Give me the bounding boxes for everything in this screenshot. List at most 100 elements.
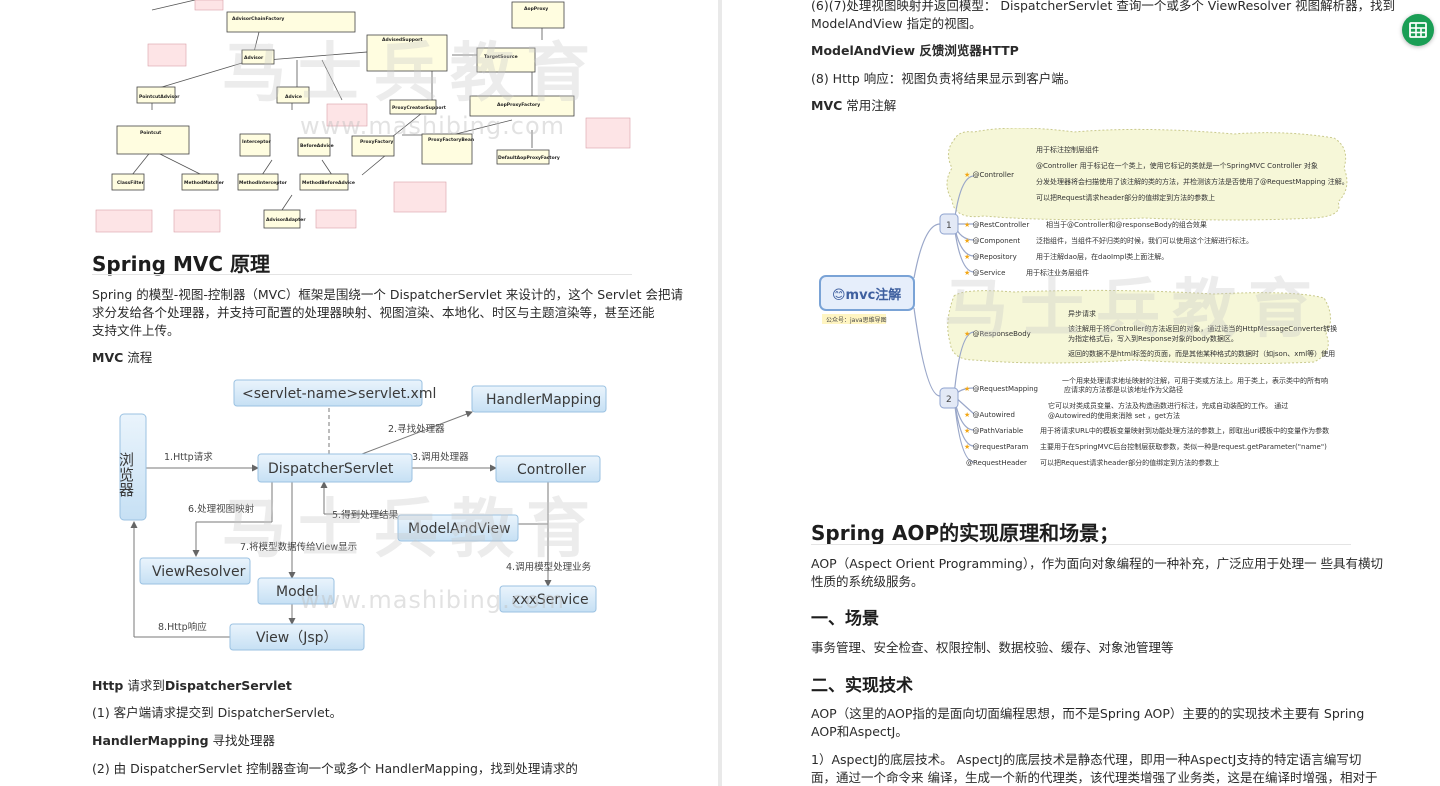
- section-title: Spring MVC 原理: [92, 252, 270, 276]
- uml-class: DefaultAopProxyFactory: [498, 155, 560, 161]
- para-handler-mapping: HandlerMapping 寻找处理器: [92, 731, 275, 750]
- view-jsp-node: View（Jsp）: [256, 630, 338, 646]
- uml-class: Advice: [285, 94, 302, 100]
- anno-note: 主要用于在SpringMVC后台控制层获取参数，类似一种是request.get…: [1040, 442, 1327, 451]
- edge-label-7: 7.将模型数据传给View显示: [240, 541, 357, 553]
- aop-title: Spring AOP的实现原理和场景；: [811, 521, 1120, 545]
- para-step-8: (8) Http 响应：视图负责将结果显示到客户端。: [811, 71, 1077, 86]
- anno-note: 可以把Request请求header部分的值绑定到方法的参数上: [1036, 193, 1215, 202]
- anno-note: 分发处理器将会扫描使用了该注解的类的方法，并检测该方法是否使用了@Request…: [1036, 177, 1349, 186]
- anno-note: 异步请求: [1068, 309, 1096, 318]
- mindmap-root: 😊mvc注解: [832, 287, 901, 303]
- anno-note: 泛指组件，当组件不好归类的时候，我们可以使用这个注解进行标注。: [1036, 236, 1253, 245]
- right-page: (6)(7)处理视图映射并返回模型： DispatcherServlet 查询一…: [722, 0, 1440, 786]
- para-http-request: Http 请求到DispatcherServlet: [92, 676, 292, 695]
- uml-class: AdvisorChainFactory: [232, 16, 284, 22]
- uml-class: MethodInterceptor: [239, 180, 288, 186]
- anno-note: 该注解用于将Controller的方法返回的对象，通过适当的HttpMessag…: [1068, 324, 1337, 333]
- flow-heading: MVC 流程: [92, 348, 152, 367]
- edge-label-1: 1.Http请求: [164, 451, 213, 463]
- anno-note: 用于注解dao层，在daoImpl类上面注解。: [1036, 252, 1168, 261]
- tech-line-1: AOP（这里的AOP指的是面向切面编程思想，而不是Spring AOP）主要的的…: [811, 706, 1365, 721]
- anno-service: @Service: [973, 269, 1006, 277]
- para-mvc-annotations: MVC 常用注解: [811, 96, 896, 115]
- svg-text:★ @requestParam: ★ @requestParam: [964, 443, 1028, 451]
- edge-label-4: 4.调用模型处理业务: [506, 561, 592, 573]
- model-node: Model: [276, 584, 318, 600]
- anno-response-body: @ResponseBody: [973, 330, 1031, 338]
- anno-note: 用于标注业务层组件: [1026, 268, 1089, 277]
- uml-class: ProxyCreatorSupport: [392, 105, 447, 111]
- section-heading-scenes: 一、场景: [811, 609, 879, 629]
- edge-label-3: 3.调用处理器: [412, 451, 469, 463]
- anno-autowired: @Autowired: [973, 411, 1015, 419]
- svg-text:★ @RestController: ★ @RestController: [964, 221, 1029, 229]
- flow-heading-rest: 流程: [123, 350, 153, 365]
- anno-note: 相当于@Controller和@responseBody的组合效果: [1046, 220, 1207, 229]
- anno-note: 返回的数据不是html标签的页面，而是其他某种格式的数据时（如json、xml等…: [1068, 349, 1335, 358]
- floating-table-button[interactable]: [1402, 14, 1434, 46]
- anno-repository: @Repository: [973, 253, 1017, 261]
- uml-class: ProxyFactoryBean: [428, 137, 474, 143]
- para-model-and-view: ModelAndView 反馈浏览器HTTP: [811, 41, 1019, 60]
- svg-text:★ @Controller: ★ @Controller: [964, 171, 1014, 179]
- mindmap-branch-1: 1: [946, 221, 952, 231]
- svg-text:★ @Component: ★ @Component: [964, 237, 1020, 245]
- para-step-6-7-cont: ModelAndView 指定的视图。: [811, 16, 982, 31]
- edge-label-5: 5.得到处理结果: [332, 509, 399, 521]
- svg-text:★ @Repository: ★ @Repository: [964, 253, 1017, 261]
- para-bold: Http: [92, 678, 124, 693]
- anno-note: 用于标注控制层组件: [1036, 145, 1099, 154]
- anno-rest-controller: @RestController: [973, 221, 1030, 229]
- uml-class: PointcutAdvisor: [139, 94, 180, 100]
- dispatcher-servlet-node: DispatcherServlet: [268, 461, 394, 477]
- uml-class: Pointcut: [140, 130, 162, 136]
- uml-class-diagram: AdvisorChainFactory AdvisedSupport Targe…: [92, 0, 632, 236]
- anno-component: @Component: [973, 237, 1021, 245]
- para-text: 请求到: [123, 678, 165, 693]
- uml-class: BeforeAdvice: [300, 143, 334, 149]
- mvc-flow-diagram: 浏览器 <servlet-name>servlet.xml HandlerMap…: [117, 379, 607, 651]
- mindmap-root-sub: 公众号：java思维导图: [826, 316, 887, 324]
- para-step-1: (1) 客户端请求提交到 DispatcherServlet。: [92, 705, 343, 720]
- para-bold: DispatcherServlet: [164, 678, 292, 693]
- edge-label-6: 6.处理视图映射: [188, 503, 255, 515]
- table-icon: [1409, 22, 1427, 38]
- aspectj-line-2: 面，通过一个命令来 编译，生成一个新的代理类，该代理类增强了业务类，这是在编译时…: [811, 770, 1378, 785]
- anno-controller: @Controller: [973, 171, 1015, 179]
- para-step-2: (2) 由 DispatcherServlet 控制器查询一个或多个 Handl…: [92, 761, 578, 776]
- para-bold: HandlerMapping: [92, 733, 209, 748]
- aop-intro-line-2: 性质的系统级服务。: [811, 574, 924, 589]
- para-text: 常用注解: [842, 98, 897, 113]
- xxx-service-node: xxxService: [512, 592, 589, 608]
- anno-note: 一个用来处理请求地址映射的注解，可用于类或方法上。用于类上，表示类中的所有响: [1062, 376, 1328, 385]
- svg-text:★ @Autowired: ★ @Autowired: [964, 411, 1015, 419]
- svg-text:★ @Service: ★ @Service: [964, 269, 1005, 277]
- uml-class: MethodMatcher: [184, 180, 225, 186]
- anno-note: 为指定格式后，写入到Response对象的body数据区。: [1068, 334, 1238, 343]
- intro-line-2: 求分发给各个处理器，并支持可配置的处理器映射、视图渲染、本地化、时区与主题渲染等…: [92, 305, 655, 320]
- intro-line-3: 支持文件上传。: [92, 323, 180, 338]
- mindmap-branch-2: 2: [946, 395, 952, 405]
- flow-heading-bold: MVC: [92, 350, 124, 365]
- para-step-6-7: (6)(7)处理视图映射并返回模型： DispatcherServlet 查询一…: [811, 0, 1396, 13]
- anno-note: 可以把Request请求header部分的值绑定到方法的参数上: [1040, 458, 1219, 467]
- svg-text:★ @RequestMapping: ★ @RequestMapping: [964, 385, 1038, 393]
- intro-line-1: Spring 的模型-视图-控制器（MVC）框架是围绕一个 Dispatcher…: [92, 287, 683, 302]
- aspectj-line-1: 1）AspectJ的底层技术。 AspectJ的底层技术是静态代理，即用一种As…: [811, 752, 1362, 767]
- para-bold: ModelAndView: [811, 43, 916, 58]
- uml-class: AdvisorAdapter: [266, 217, 306, 223]
- uml-class: AdvisedSupport: [382, 37, 423, 43]
- anno-request-mapping: @RequestMapping: [973, 385, 1038, 393]
- view-resolver-node: ViewResolver: [152, 564, 246, 580]
- uml-class: Advisor: [244, 55, 264, 61]
- para-text: 反馈浏览器HTTP: [915, 43, 1019, 58]
- servlet-xml-node: <servlet-name>servlet.xml: [242, 386, 436, 402]
- anno-request-header: @RequestHeader: [966, 459, 1027, 467]
- anno-note: @Autowired的使用来消除 set ，get方法: [1048, 411, 1180, 420]
- aop-intro-line-1: AOP（Aspect Orient Programming），作为面向对象编程的…: [811, 556, 1384, 571]
- edge-label-2: 2.寻找处理器: [388, 423, 445, 435]
- anno-request-param: @requestParam: [973, 443, 1029, 451]
- anno-note: @Controller 用于标记在一个类上，使用它标记的类就是一个SpringM…: [1036, 161, 1318, 170]
- uml-class: AopProxyFactory: [497, 102, 540, 108]
